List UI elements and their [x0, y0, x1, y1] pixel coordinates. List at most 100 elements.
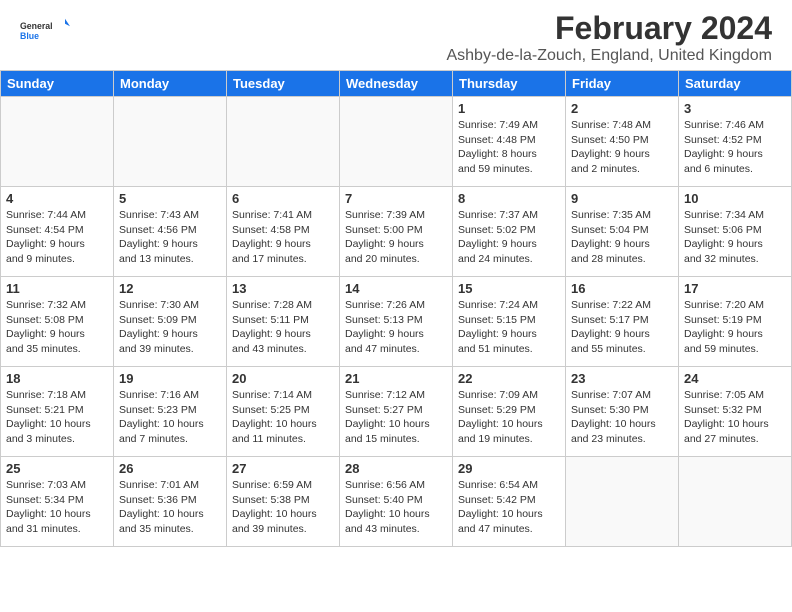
day-info: Sunrise: 7:09 AM Sunset: 5:29 PM Dayligh… [458, 388, 560, 447]
day-number: 28 [345, 461, 447, 476]
logo: General Blue [20, 10, 70, 50]
day-number: 27 [232, 461, 334, 476]
day-cell: 24 Sunrise: 7:05 AM Sunset: 5:32 PM Dayli… [679, 367, 792, 457]
day-info: Sunrise: 7:32 AM Sunset: 5:08 PM Dayligh… [6, 298, 108, 357]
dow-saturday: Saturday [679, 71, 792, 97]
day-info: Sunrise: 7:30 AM Sunset: 5:09 PM Dayligh… [119, 298, 221, 357]
day-cell: 17Sunrise: 7:20 AM Sunset: 5:19 PM Dayli… [679, 277, 792, 367]
dow-thursday: Thursday [453, 71, 566, 97]
week-row-4: 18 Sunrise: 7:18 AM Sunset: 5:21 PM Dayli… [1, 367, 792, 457]
day-cell: 13Sunrise: 7:28 AM Sunset: 5:11 PM Dayli… [227, 277, 340, 367]
day-number: 20 [232, 371, 334, 386]
calendar: SundayMondayTuesdayWednesdayThursdayFrid… [0, 70, 792, 547]
day-info: Sunrise: 6:54 AM Sunset: 5:42 PM Dayligh… [458, 478, 560, 537]
day-cell: 26 Sunrise: 7:01 AM Sunset: 5:36 PM Dayli… [114, 457, 227, 547]
day-cell: 18 Sunrise: 7:18 AM Sunset: 5:21 PM Dayli… [1, 367, 114, 457]
day-number: 12 [119, 281, 221, 296]
day-cell: 29 Sunrise: 6:54 AM Sunset: 5:42 PM Dayli… [453, 457, 566, 547]
day-cell [340, 97, 453, 187]
days-of-week-row: SundayMondayTuesdayWednesdayThursdayFrid… [1, 71, 792, 97]
dow-wednesday: Wednesday [340, 71, 453, 97]
day-number: 1 [458, 101, 560, 116]
day-number: 24 [684, 371, 786, 386]
day-cell: 15 Sunrise: 7:24 AM Sunset: 5:15 PM Dayli… [453, 277, 566, 367]
day-cell: 27Sunrise: 6:59 AM Sunset: 5:38 PM Dayli… [227, 457, 340, 547]
day-cell: 21Sunrise: 7:12 AM Sunset: 5:27 PM Dayli… [340, 367, 453, 457]
day-number: 2 [571, 101, 673, 116]
day-number: 7 [345, 191, 447, 206]
day-info: Sunrise: 7:14 AM Sunset: 5:25 PM Dayligh… [232, 388, 334, 447]
day-cell: 8Sunrise: 7:37 AM Sunset: 5:02 PM Daylig… [453, 187, 566, 277]
day-cell [1, 97, 114, 187]
day-number: 18 [6, 371, 108, 386]
day-cell: 12 Sunrise: 7:30 AM Sunset: 5:09 PM Dayli… [114, 277, 227, 367]
day-number: 23 [571, 371, 673, 386]
day-info: Sunrise: 7:34 AM Sunset: 5:06 PM Dayligh… [684, 208, 786, 267]
dow-sunday: Sunday [1, 71, 114, 97]
day-number: 4 [6, 191, 108, 206]
day-info: Sunrise: 7:44 AM Sunset: 4:54 PM Dayligh… [6, 208, 108, 267]
day-cell: 16 Sunrise: 7:22 AM Sunset: 5:17 PM Dayli… [566, 277, 679, 367]
day-cell: 5 Sunrise: 7:43 AM Sunset: 4:56 PM Daylig… [114, 187, 227, 277]
day-info: Sunrise: 7:26 AM Sunset: 5:13 PM Dayligh… [345, 298, 447, 357]
day-info: Sunrise: 7:43 AM Sunset: 4:56 PM Dayligh… [119, 208, 221, 267]
location: Ashby-de-la-Zouch, England, United Kingd… [446, 47, 772, 65]
day-info: Sunrise: 7:05 AM Sunset: 5:32 PM Dayligh… [684, 388, 786, 447]
dow-tuesday: Tuesday [227, 71, 340, 97]
day-number: 3 [684, 101, 786, 116]
day-cell: 22 Sunrise: 7:09 AM Sunset: 5:29 PM Dayli… [453, 367, 566, 457]
day-cell: 3 Sunrise: 7:46 AM Sunset: 4:52 PM Daylig… [679, 97, 792, 187]
day-cell: 1 Sunrise: 7:49 AM Sunset: 4:48 PM Daylig… [453, 97, 566, 187]
day-number: 21 [345, 371, 447, 386]
day-number: 9 [571, 191, 673, 206]
day-cell: 19Sunrise: 7:16 AM Sunset: 5:23 PM Dayli… [114, 367, 227, 457]
logo-svg: General Blue [20, 10, 70, 50]
day-cell: 25Sunrise: 7:03 AM Sunset: 5:34 PM Dayli… [1, 457, 114, 547]
month-title: February 2024 [446, 10, 772, 47]
day-info: Sunrise: 7:46 AM Sunset: 4:52 PM Dayligh… [684, 118, 786, 177]
day-info: Sunrise: 7:39 AM Sunset: 5:00 PM Dayligh… [345, 208, 447, 267]
day-info: Sunrise: 7:37 AM Sunset: 5:02 PM Dayligh… [458, 208, 560, 267]
day-cell: 23 Sunrise: 7:07 AM Sunset: 5:30 PM Dayli… [566, 367, 679, 457]
day-info: Sunrise: 7:03 AM Sunset: 5:34 PM Dayligh… [6, 478, 108, 537]
day-number: 6 [232, 191, 334, 206]
day-info: Sunrise: 7:28 AM Sunset: 5:11 PM Dayligh… [232, 298, 334, 357]
day-info: Sunrise: 7:07 AM Sunset: 5:30 PM Dayligh… [571, 388, 673, 447]
day-number: 14 [345, 281, 447, 296]
day-info: Sunrise: 7:41 AM Sunset: 4:58 PM Dayligh… [232, 208, 334, 267]
week-row-3: 11 Sunrise: 7:32 AM Sunset: 5:08 PM Dayli… [1, 277, 792, 367]
day-number: 5 [119, 191, 221, 206]
day-info: Sunrise: 7:49 AM Sunset: 4:48 PM Dayligh… [458, 118, 560, 177]
day-number: 15 [458, 281, 560, 296]
day-cell [679, 457, 792, 547]
day-number: 29 [458, 461, 560, 476]
day-info: Sunrise: 7:16 AM Sunset: 5:23 PM Dayligh… [119, 388, 221, 447]
day-info: Sunrise: 7:01 AM Sunset: 5:36 PM Dayligh… [119, 478, 221, 537]
day-cell [566, 457, 679, 547]
day-number: 16 [571, 281, 673, 296]
day-number: 10 [684, 191, 786, 206]
day-info: Sunrise: 7:35 AM Sunset: 5:04 PM Dayligh… [571, 208, 673, 267]
week-row-2: 4 Sunrise: 7:44 AM Sunset: 4:54 PM Daylig… [1, 187, 792, 277]
day-cell [114, 97, 227, 187]
day-info: Sunrise: 7:18 AM Sunset: 5:21 PM Dayligh… [6, 388, 108, 447]
day-number: 22 [458, 371, 560, 386]
day-info: Sunrise: 7:48 AM Sunset: 4:50 PM Dayligh… [571, 118, 673, 177]
day-cell: 10 Sunrise: 7:34 AM Sunset: 5:06 PM Dayli… [679, 187, 792, 277]
day-info: Sunrise: 6:56 AM Sunset: 5:40 PM Dayligh… [345, 478, 447, 537]
day-cell: 14 Sunrise: 7:26 AM Sunset: 5:13 PM Dayli… [340, 277, 453, 367]
day-cell: 2 Sunrise: 7:48 AM Sunset: 4:50 PM Daylig… [566, 97, 679, 187]
week-row-5: 25Sunrise: 7:03 AM Sunset: 5:34 PM Dayli… [1, 457, 792, 547]
day-info: Sunrise: 7:22 AM Sunset: 5:17 PM Dayligh… [571, 298, 673, 357]
day-cell: 11 Sunrise: 7:32 AM Sunset: 5:08 PM Dayli… [1, 277, 114, 367]
day-cell: 6 Sunrise: 7:41 AM Sunset: 4:58 PM Daylig… [227, 187, 340, 277]
day-number: 11 [6, 281, 108, 296]
svg-text:Blue: Blue [20, 31, 39, 41]
dow-friday: Friday [566, 71, 679, 97]
day-number: 26 [119, 461, 221, 476]
day-info: Sunrise: 7:24 AM Sunset: 5:15 PM Dayligh… [458, 298, 560, 357]
svg-text:General: General [20, 21, 53, 31]
day-number: 17 [684, 281, 786, 296]
day-cell [227, 97, 340, 187]
title-block: February 2024 Ashby-de-la-Zouch, England… [446, 10, 772, 65]
